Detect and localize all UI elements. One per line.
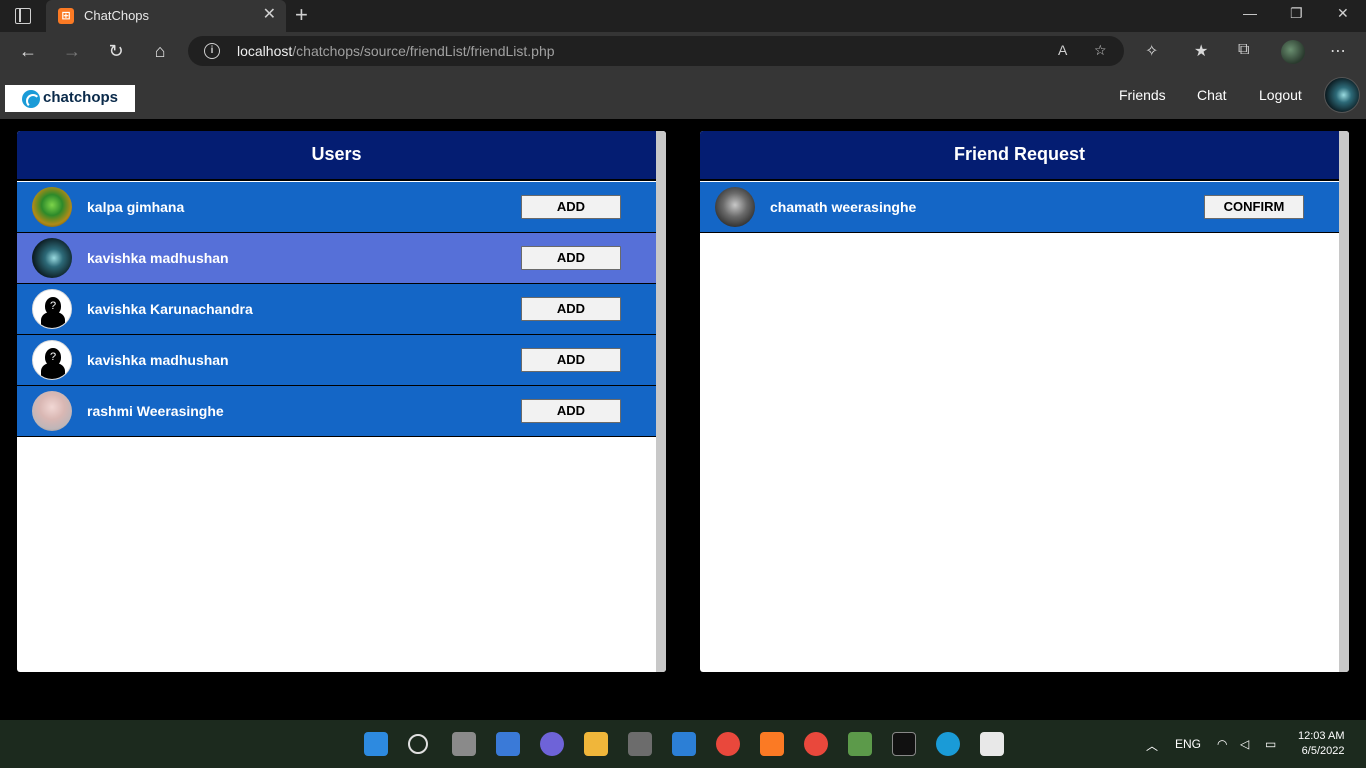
edge-icon[interactable]	[936, 732, 960, 756]
add-favorite-icon[interactable]: ☆	[1094, 42, 1107, 59]
nav-friends-link[interactable]: Friends	[1119, 87, 1166, 103]
system-clock[interactable]: 12:03 AM 6/5/2022	[1298, 729, 1344, 759]
wifi-icon[interactable]: ◠	[1217, 737, 1227, 751]
users-panel-title: Users	[311, 144, 362, 164]
tab-actions-icon[interactable]	[15, 8, 31, 24]
user-avatar-photo	[32, 391, 72, 431]
read-aloud-icon[interactable]: A	[1058, 42, 1067, 58]
extensions-icon[interactable]: ✧	[1145, 41, 1158, 61]
add-friend-button[interactable]: ADD	[521, 246, 621, 270]
chatchops-logo[interactable]: chatchops	[5, 85, 135, 112]
user-row: kalpa gimhana ADD	[17, 182, 656, 233]
app-icon[interactable]	[672, 732, 696, 756]
minimize-icon[interactable]: —	[1243, 5, 1257, 21]
logo-mark-icon	[22, 90, 40, 108]
refresh-icon[interactable]: ↻	[103, 38, 129, 64]
start-menu-icon[interactable]	[364, 732, 388, 756]
profile-avatar-icon[interactable]	[1281, 40, 1305, 64]
user-avatar-photo	[32, 238, 72, 278]
user-avatar-photo	[32, 187, 72, 227]
language-indicator[interactable]: ENG	[1175, 737, 1201, 751]
site-info-icon[interactable]: i	[204, 43, 220, 59]
close-window-icon[interactable]: ✕	[1337, 5, 1349, 22]
users-scrollbar[interactable]	[656, 131, 666, 672]
url-text[interactable]: localhost/chatchops/source/friendList/fr…	[237, 43, 555, 59]
user-name: kavishka madhushan	[87, 352, 229, 368]
home-icon[interactable]: ⌂	[147, 38, 173, 64]
requests-scrollbar[interactable]	[1339, 131, 1349, 672]
add-friend-button[interactable]: ADD	[521, 348, 621, 372]
user-row: kavishka madhushan ADD	[17, 233, 656, 284]
app-icon[interactable]	[628, 732, 652, 756]
snipping-tool-icon[interactable]	[980, 732, 1004, 756]
requests-panel-header: Friend Request	[700, 131, 1339, 181]
app-icon[interactable]	[848, 732, 872, 756]
users-panel: Users kalpa gimhana ADD kavishka madhush…	[17, 131, 666, 672]
file-explorer-icon[interactable]	[584, 732, 608, 756]
requests-panel-title: Friend Request	[953, 144, 1086, 164]
default-avatar-icon: ?	[32, 340, 72, 380]
xampp-icon[interactable]	[760, 732, 784, 756]
forward-icon[interactable]: →	[59, 38, 85, 64]
users-panel-header: Users	[17, 131, 656, 181]
browser-toolbar: ← → ↻ ⌂ i localhost/chatchops/source/fri…	[0, 32, 1366, 70]
search-icon[interactable]	[408, 734, 428, 754]
more-options-icon[interactable]: ⋯	[1330, 41, 1346, 61]
requester-name: chamath weerasinghe	[770, 199, 917, 215]
address-bar[interactable]: i localhost/chatchops/source/friendList/…	[188, 36, 1124, 66]
nav-chat-link[interactable]: Chat	[1197, 87, 1227, 103]
task-view-icon[interactable]	[452, 732, 476, 756]
terminal-icon[interactable]	[892, 732, 916, 756]
favorites-icon[interactable]: ★	[1194, 41, 1208, 61]
user-name: kavishka Karunachandra	[87, 301, 253, 317]
user-name: kalpa gimhana	[87, 199, 185, 215]
clock-time: 12:03 AM	[1298, 730, 1345, 742]
chrome-icon[interactable]	[804, 732, 828, 756]
add-friend-button[interactable]: ADD	[521, 297, 621, 321]
widgets-icon[interactable]	[496, 732, 520, 756]
nav-logout-link[interactable]: Logout	[1259, 87, 1302, 103]
requester-avatar-photo	[715, 187, 755, 227]
clock-date: 6/5/2022	[1301, 745, 1345, 757]
logo-text: chatchops	[43, 89, 119, 106]
new-tab-icon[interactable]: +	[295, 3, 308, 27]
user-avatar[interactable]	[1324, 77, 1360, 113]
browser-tab[interactable]: ⊞ ChatChops ✕	[46, 0, 286, 32]
back-icon[interactable]: ←	[15, 38, 41, 64]
tab-title: ChatChops	[84, 8, 150, 23]
battery-icon[interactable]: ▭	[1265, 737, 1276, 751]
browser-tab-bar: ⊞ ChatChops ✕ + — ❐ ✕	[0, 0, 1366, 32]
show-hidden-icons-icon[interactable]: ︿	[1146, 737, 1158, 754]
user-name: kavishka madhushan	[87, 250, 229, 266]
default-avatar-icon: ?	[32, 289, 72, 329]
user-row: rashmi Weerasinghe ADD	[17, 386, 656, 437]
volume-icon[interactable]: ◁	[1240, 737, 1249, 751]
request-row: chamath weerasinghe CONFIRM	[700, 182, 1339, 233]
xampp-favicon-icon: ⊞	[58, 8, 74, 24]
collections-icon[interactable]: ⧉	[1238, 41, 1249, 59]
restore-icon[interactable]: ❐	[1290, 5, 1303, 22]
teams-chat-icon[interactable]	[540, 732, 564, 756]
add-friend-button[interactable]: ADD	[521, 195, 621, 219]
add-friend-button[interactable]: ADD	[521, 399, 621, 423]
confirm-request-button[interactable]: CONFIRM	[1204, 195, 1304, 219]
close-tab-icon[interactable]: ✕	[263, 6, 276, 24]
user-name: rashmi Weerasinghe	[87, 403, 224, 419]
user-row: ? kavishka Karunachandra ADD	[17, 284, 656, 335]
friend-request-panel: Friend Request chamath weerasinghe CONFI…	[700, 131, 1349, 672]
user-row: ? kavishka madhushan ADD	[17, 335, 656, 386]
chrome-icon[interactable]	[716, 732, 740, 756]
